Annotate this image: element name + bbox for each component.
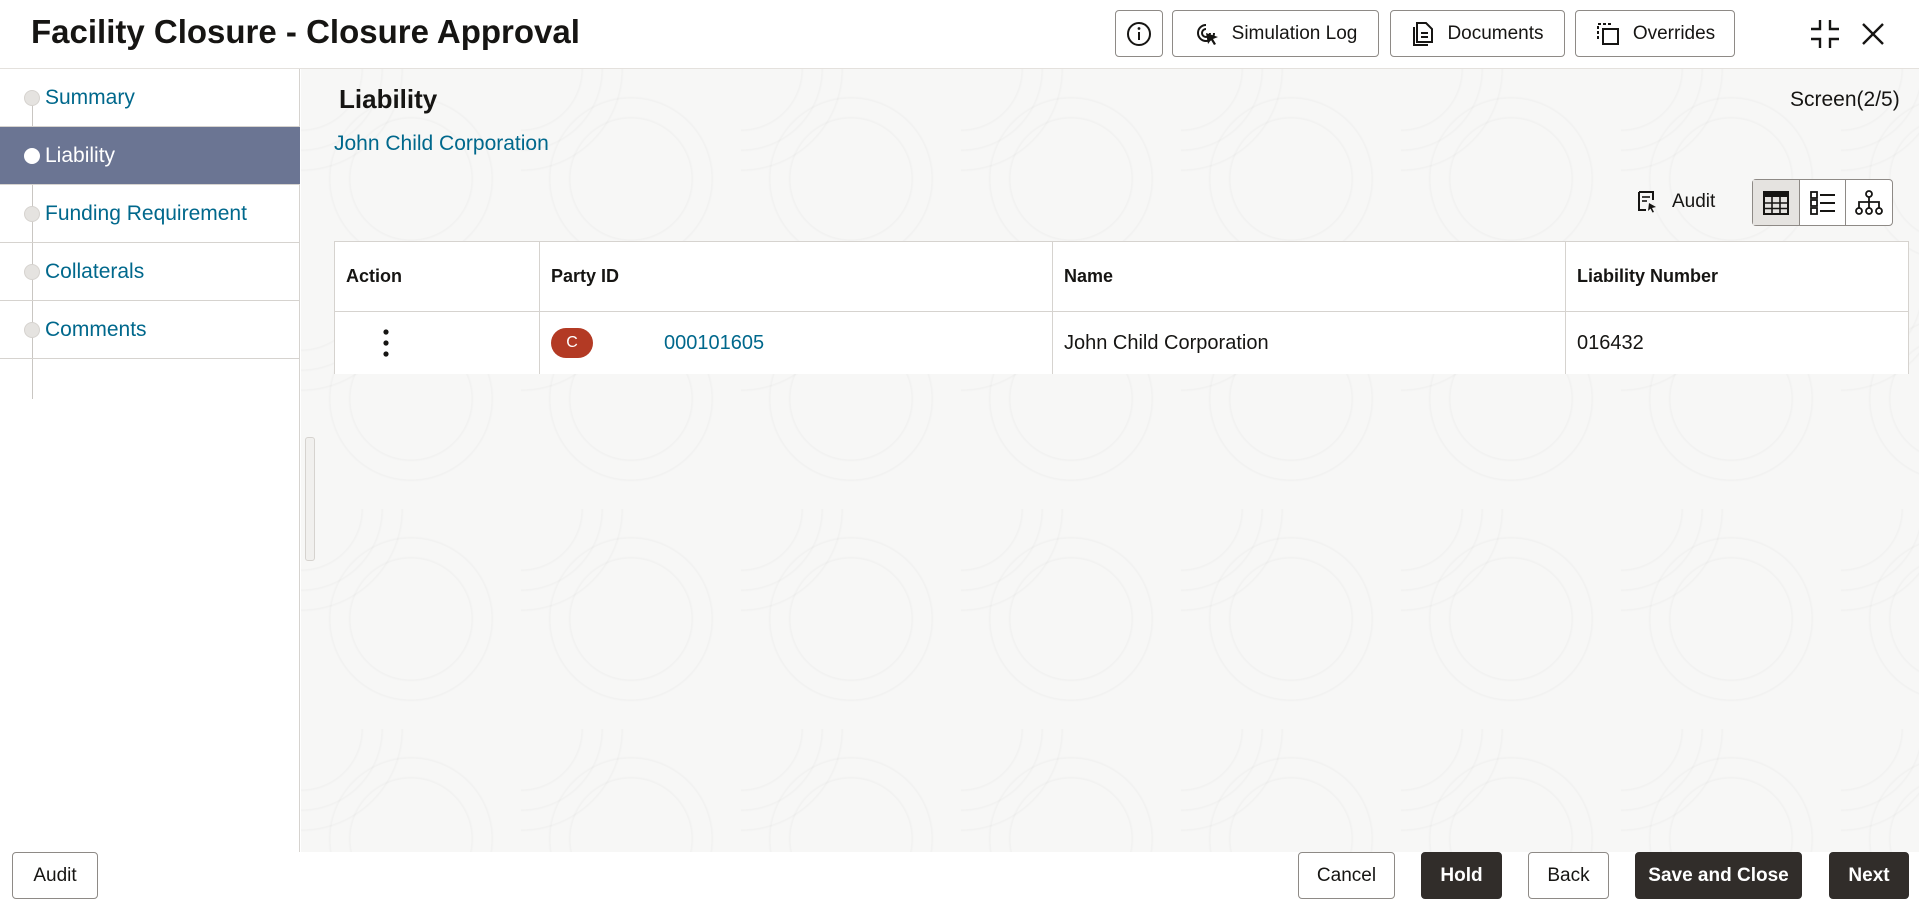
table-view-button[interactable] bbox=[1753, 180, 1800, 225]
overrides-button[interactable]: Overrides bbox=[1575, 10, 1735, 57]
view-mode-switch bbox=[1752, 179, 1893, 226]
audit-link[interactable]: Audit bbox=[1636, 186, 1715, 218]
footer-bar: Audit Cancel Hold Back Save and Close Ne… bbox=[0, 852, 1919, 903]
tree-view-button[interactable] bbox=[1846, 180, 1892, 225]
sidebar-nav: Summary Liability Funding Requirement Co… bbox=[0, 69, 300, 852]
audit-button[interactable]: Audit bbox=[12, 852, 98, 899]
documents-label: Documents bbox=[1447, 22, 1544, 44]
audit-link-label: Audit bbox=[1672, 191, 1716, 212]
sidebar-item-label: Liability bbox=[45, 143, 116, 167]
column-header-party-id[interactable]: Party ID bbox=[540, 242, 1053, 311]
audit-icon bbox=[1638, 191, 1656, 213]
hold-button[interactable]: Hold bbox=[1421, 852, 1502, 899]
sidebar-item-collaterals[interactable]: Collaterals bbox=[0, 243, 300, 301]
sidebar-item-label: Comments bbox=[45, 317, 147, 341]
cursor-click-icon bbox=[1196, 23, 1218, 45]
list-view-icon bbox=[1809, 190, 1835, 215]
info-button[interactable] bbox=[1115, 10, 1163, 57]
sidebar-item-funding-requirement[interactable]: Funding Requirement bbox=[0, 185, 300, 243]
action-cell bbox=[335, 312, 540, 374]
section-title: Liability bbox=[339, 84, 438, 114]
overrides-label: Overrides bbox=[1632, 22, 1716, 44]
table-row: C 000101605 John Child Corporation 01643… bbox=[335, 312, 1908, 374]
sidebar-item-summary[interactable]: Summary bbox=[0, 69, 300, 127]
customer-name-link[interactable]: John Child Corporation bbox=[334, 132, 549, 156]
sidebar-item-label: Collaterals bbox=[45, 259, 145, 283]
liability-table: Action Party ID Name Liability Number C … bbox=[334, 241, 1909, 374]
table-header-row: Action Party ID Name Liability Number bbox=[335, 242, 1908, 312]
info-icon bbox=[1127, 21, 1151, 46]
column-header-action[interactable]: Action bbox=[335, 242, 540, 311]
close-icon[interactable] bbox=[1853, 14, 1893, 54]
overrides-icon bbox=[1596, 22, 1619, 45]
hierarchy-icon bbox=[1855, 189, 1884, 215]
list-view-button[interactable] bbox=[1800, 180, 1847, 225]
collapse-icon[interactable] bbox=[1805, 14, 1845, 54]
liability-number-cell: 016432 bbox=[1577, 331, 1644, 354]
party-id-link[interactable]: 000101605 bbox=[664, 332, 764, 355]
column-header-liability-number[interactable]: Liability Number bbox=[1566, 242, 1910, 311]
step-dot bbox=[24, 264, 40, 280]
sidebar-item-label: Funding Requirement bbox=[45, 201, 247, 225]
cancel-button[interactable]: Cancel bbox=[1298, 852, 1395, 899]
step-dot bbox=[24, 90, 40, 106]
party-type-badge: C bbox=[551, 328, 593, 358]
party-id-cell: C 000101605 bbox=[540, 312, 1053, 374]
step-dot bbox=[24, 322, 40, 338]
simulation-log-button[interactable]: Simulation Log bbox=[1172, 10, 1379, 57]
documents-icon bbox=[1413, 21, 1434, 46]
table-view-icon bbox=[1762, 190, 1789, 215]
screen-counter: Screen(2/5) bbox=[1790, 88, 1900, 111]
simulation-log-label: Simulation Log bbox=[1231, 22, 1358, 44]
sidebar-item-label: Summary bbox=[45, 85, 135, 109]
column-header-name[interactable]: Name bbox=[1053, 242, 1566, 311]
header-bar: Facility Closure - Closure Approval Simu… bbox=[0, 0, 1919, 69]
documents-button[interactable]: Documents bbox=[1390, 10, 1565, 57]
step-dot bbox=[24, 206, 40, 222]
name-cell: John Child Corporation bbox=[1053, 312, 1566, 374]
step-dot bbox=[24, 148, 40, 164]
sidebar-item-comments[interactable]: Comments bbox=[0, 301, 300, 359]
scrollbar-handle[interactable] bbox=[305, 437, 315, 561]
page-title: Facility Closure - Closure Approval bbox=[31, 13, 580, 50]
back-button[interactable]: Back bbox=[1528, 852, 1609, 899]
sidebar-item-liability[interactable]: Liability bbox=[0, 127, 300, 185]
save-and-close-button[interactable]: Save and Close bbox=[1635, 852, 1802, 899]
kebab-menu-icon[interactable] bbox=[381, 328, 391, 358]
next-button[interactable]: Next bbox=[1829, 852, 1909, 899]
